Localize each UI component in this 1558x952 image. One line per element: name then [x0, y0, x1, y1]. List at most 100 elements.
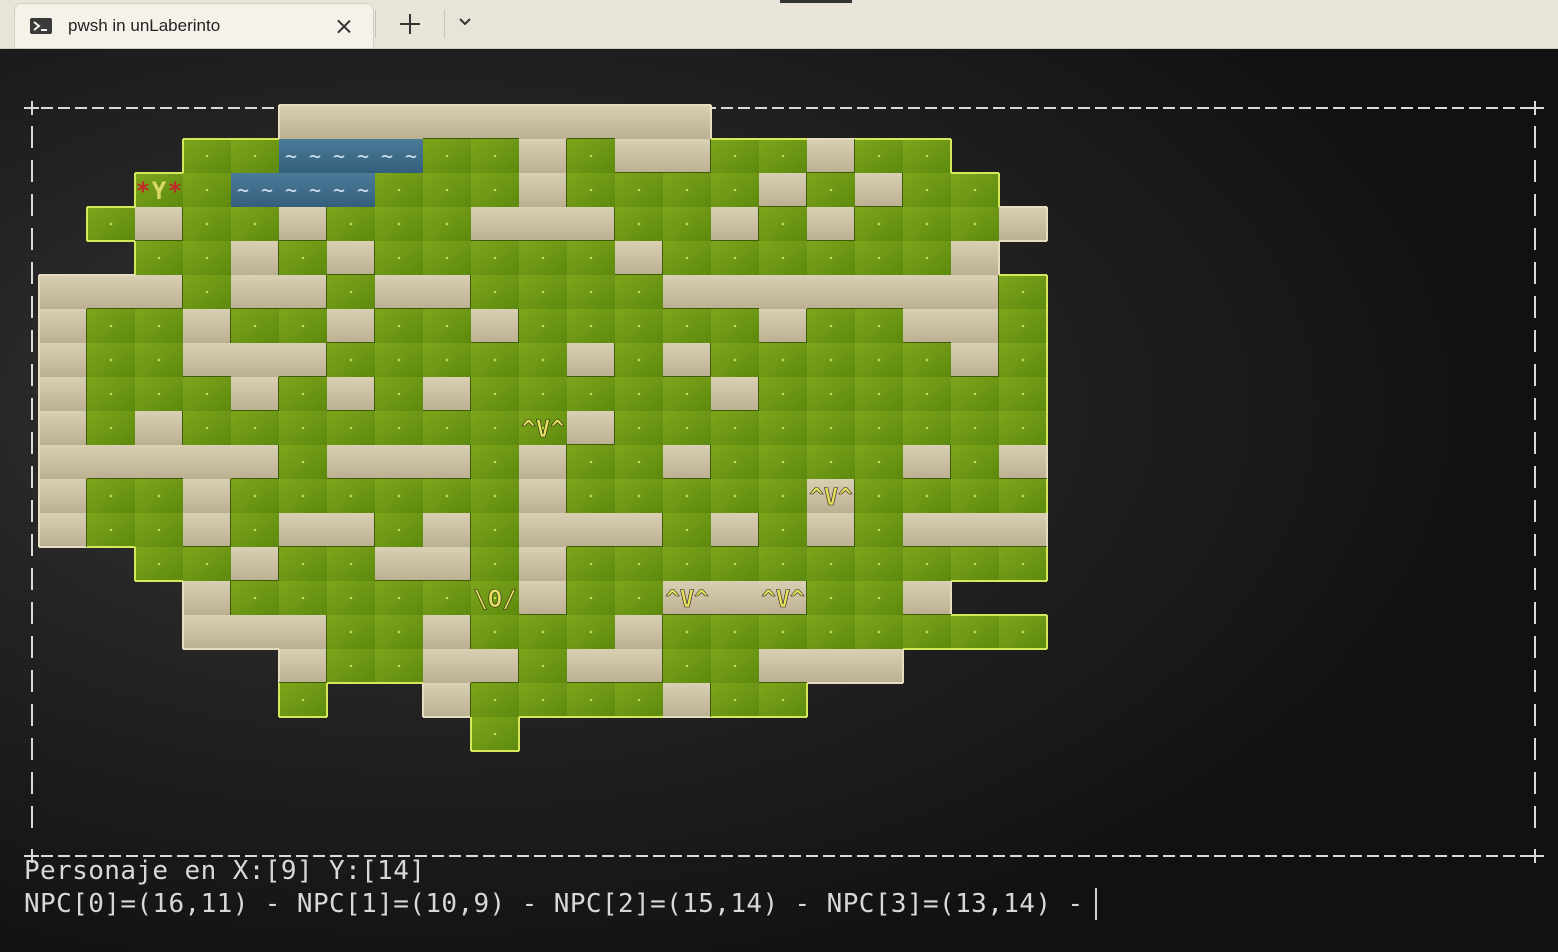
grass-dot: [541, 392, 545, 396]
grass-dot: [781, 154, 785, 158]
wall-tile: [423, 275, 471, 309]
grass-dot: [877, 596, 881, 600]
wall-tile: [567, 343, 615, 377]
grass-dot: [877, 460, 881, 464]
maze-map: ~ ~ ~ ~ ~ ~ ~ ~ ~ ~ ~ ~ \O/ ^V^ ^V^ ^V^ ^V^ * Y *: [38, 104, 1048, 752]
grass-dot: [829, 426, 833, 430]
grass-dot: [1021, 494, 1025, 498]
wall-tile: [327, 241, 375, 275]
grass-dot: [253, 528, 257, 532]
grass-dot: [349, 562, 353, 566]
chevron-down-icon[interactable]: [456, 15, 474, 29]
grass-dot: [685, 222, 689, 226]
grass-dot: [397, 222, 401, 226]
grass-dot: [157, 494, 161, 498]
grass-dot: [877, 256, 881, 260]
wall-tile: [567, 105, 615, 139]
plus-icon[interactable]: [398, 12, 422, 36]
grass-dot: [205, 426, 209, 430]
grass-dot: [109, 358, 113, 362]
grass-dot: [685, 664, 689, 668]
wall-tile: [999, 445, 1047, 479]
wall-tile: [471, 309, 519, 343]
grass-dot: [733, 324, 737, 328]
npc-character: ^V^: [665, 585, 708, 613]
grass-dot: [397, 664, 401, 668]
wall-tile: [327, 513, 375, 547]
grass-dot: [205, 392, 209, 396]
wall-tile: [231, 241, 279, 275]
grass-dot: [541, 256, 545, 260]
grass-dot: [301, 426, 305, 430]
grass-dot: [781, 528, 785, 532]
grass-dot: [733, 460, 737, 464]
tab-pwsh[interactable]: pwsh in unLaberinto: [14, 3, 374, 48]
wall-tile: [711, 275, 759, 309]
grass-dot: [349, 290, 353, 294]
wall-tile: [375, 445, 423, 479]
grass-dot: [253, 154, 257, 158]
grass-dot: [685, 188, 689, 192]
wall-tile: [423, 615, 471, 649]
wall-tile: [183, 615, 231, 649]
wall-tile: [423, 513, 471, 547]
grass-dot: [685, 562, 689, 566]
wall-tile: [327, 377, 375, 411]
wall-tile: [519, 513, 567, 547]
wall-tile: [471, 105, 519, 139]
wall-tile: [567, 411, 615, 445]
grass-dot: [877, 324, 881, 328]
grass-dot: [205, 256, 209, 260]
grass-dot: [637, 188, 641, 192]
wall-tile: [615, 105, 663, 139]
grass-dot: [397, 630, 401, 634]
grass-dot: [397, 256, 401, 260]
npc-character: ^V^: [521, 415, 564, 443]
grass-dot: [589, 494, 593, 498]
wall-tile: [567, 513, 615, 547]
wall-tile: [951, 513, 999, 547]
wall-tile: [87, 275, 135, 309]
grass-dot: [685, 324, 689, 328]
grass-dot: [301, 562, 305, 566]
grass-dot: [829, 256, 833, 260]
grass-dot: [397, 494, 401, 498]
grass-dot: [349, 596, 353, 600]
grass-dot: [349, 630, 353, 634]
grass-dot: [541, 324, 545, 328]
wall-tile: [519, 547, 567, 581]
grass-dot: [349, 426, 353, 430]
wall-tile: [279, 649, 327, 683]
grass-dot: [301, 460, 305, 464]
grass-dot: [157, 324, 161, 328]
wall-tile: [759, 275, 807, 309]
grass-dot: [493, 256, 497, 260]
grass-dot: [637, 290, 641, 294]
wall-tile: [423, 547, 471, 581]
wall-tile: [39, 479, 87, 513]
wall-tile: [807, 513, 855, 547]
grass-dot: [541, 698, 545, 702]
title-bar: pwsh in unLaberinto: [0, 0, 1558, 49]
grass-dot: [205, 562, 209, 566]
grass-dot: [637, 494, 641, 498]
grass-dot: [1021, 562, 1025, 566]
grass-dot: [829, 358, 833, 362]
title-accent-line: [780, 0, 852, 3]
grass-dot: [877, 222, 881, 226]
wall-tile: [663, 275, 711, 309]
wall-tile: [951, 275, 999, 309]
grass-dot: [397, 358, 401, 362]
wall-tile: [231, 377, 279, 411]
wall-tile: [471, 649, 519, 683]
close-icon[interactable]: [335, 17, 353, 35]
wall-tile: [903, 275, 951, 309]
water-wave: ~ ~: [381, 144, 417, 168]
flower-star: *: [168, 177, 182, 205]
grass-dot: [733, 494, 737, 498]
grass-dot: [781, 494, 785, 498]
grass-dot: [925, 630, 929, 634]
wall-tile: [999, 207, 1047, 241]
grass-dot: [829, 392, 833, 396]
grass-dot: [253, 596, 257, 600]
